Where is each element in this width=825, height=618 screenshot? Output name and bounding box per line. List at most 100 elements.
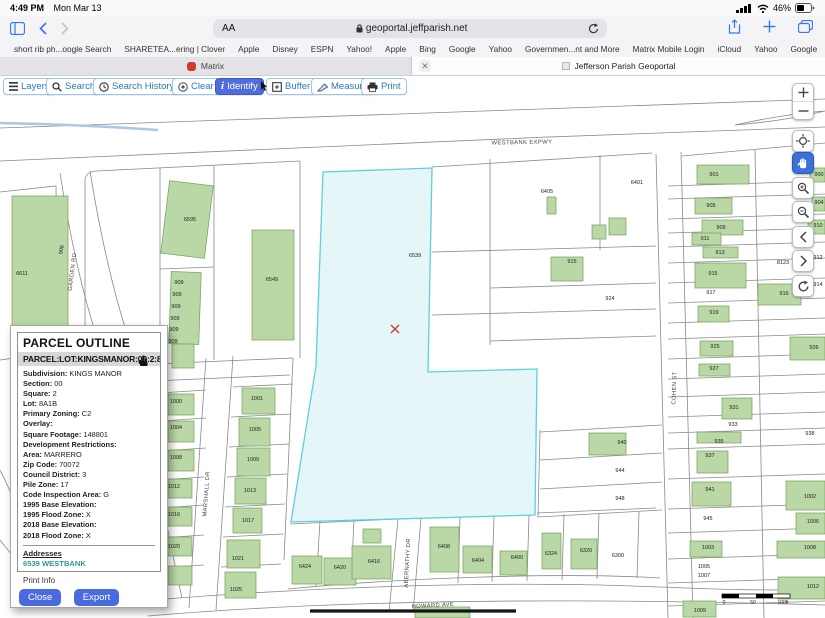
building (790, 337, 825, 360)
parcel-label: 938 (805, 431, 814, 437)
tab-geoportal[interactable]: ✕ Jefferson Parish Geoportal (412, 57, 825, 75)
share-icon[interactable] (728, 19, 741, 34)
parcel-line (432, 309, 656, 315)
bookmark-item[interactable]: Governmen...nt and More (525, 44, 620, 54)
forward-icon[interactable] (61, 22, 69, 35)
close-button[interactable]: Close (19, 589, 61, 606)
parcel-field-row: Lot: 8A1B (23, 399, 155, 409)
export-button[interactable]: Export (74, 589, 119, 606)
parcel-fields: Subdivision: KINGS MANORSection: 00Squar… (23, 369, 155, 541)
scale-bar-segment (756, 594, 773, 598)
address-bar[interactable]: AA geoportal.jeffparish.net (213, 19, 607, 38)
reader-button[interactable]: AA (222, 23, 235, 34)
zoom-out-box-button[interactable] (792, 201, 814, 223)
parcel-label: 901 (709, 172, 718, 178)
bookmark-item[interactable]: Apple (238, 44, 259, 54)
identify-button[interactable]: i Identify (215, 78, 264, 95)
bookmark-item[interactable]: ESPN (311, 44, 334, 54)
parcel-line (668, 298, 825, 303)
parcel-label: 944 (615, 468, 624, 474)
parcel-line (668, 318, 825, 323)
previous-extent-button[interactable] (792, 226, 814, 248)
parcel-label: 925 (710, 344, 719, 350)
parcel-label: 909 (174, 280, 183, 286)
parcel-label: 915 (567, 259, 576, 265)
clear-button[interactable]: Clear (172, 78, 220, 95)
address-link[interactable]: 6539 WESTBANK (23, 559, 155, 568)
parcel-line (668, 392, 825, 397)
parcel-label: 909 (170, 316, 179, 322)
bookmark-item[interactable]: Yahoo! (346, 44, 372, 54)
parcel-label: 1017 (242, 518, 254, 524)
sidebar-icon[interactable] (10, 22, 25, 35)
parcel-label: 940 (617, 440, 626, 446)
parcel-field-row: Development Restrictions: (23, 440, 155, 450)
bookmark-item[interactable]: SHARETEA...ering | Clover (124, 44, 225, 54)
bookmark-item[interactable]: iCloud (718, 44, 742, 54)
parcel-field-row: Pile Zone: 17 (23, 480, 155, 490)
parcel-label: 912 (813, 255, 822, 261)
building (172, 344, 194, 368)
zoom-control (792, 83, 814, 120)
parcel-label: 933 (728, 422, 737, 428)
building (363, 529, 381, 543)
search-history-button[interactable]: Search History (93, 78, 180, 95)
addresses-heading: Addresses (23, 549, 155, 558)
bookmark-item[interactable]: Apple (385, 44, 406, 54)
parcel-label: 909 (169, 327, 178, 333)
bookmark-item[interactable]: Google (449, 44, 476, 54)
close-tab-icon[interactable]: ✕ (419, 60, 431, 72)
bookmark-item[interactable]: short rib ph...oogle Search (14, 44, 111, 54)
bookmark-item[interactable]: Matrix Mobile Login (633, 44, 705, 54)
parcel-label: 6549 (266, 277, 278, 283)
lock-icon (356, 24, 363, 33)
building (292, 556, 322, 584)
parcel-line (0, 127, 825, 161)
parcel-label: 6405 (541, 189, 553, 195)
bookmark-item[interactable]: Yahoo (754, 44, 777, 54)
bookmark-item[interactable]: Bing (419, 44, 436, 54)
tabs-icon[interactable] (798, 20, 813, 33)
buffer-icon (272, 82, 282, 92)
bookmark-item[interactable]: Google (790, 44, 817, 54)
reload-icon[interactable] (588, 23, 599, 35)
parcel-line (160, 267, 214, 269)
print-info-link[interactable]: Print Info (23, 576, 167, 585)
locate-button[interactable] (792, 130, 814, 152)
selected-parcel[interactable] (291, 168, 537, 522)
clock-icon (99, 82, 109, 92)
tab-matrix[interactable]: Matrix (0, 57, 412, 75)
street-label: WESTBANK EXPWY (492, 139, 553, 146)
zoom-out-button[interactable] (793, 102, 813, 119)
parcel-line (225, 504, 285, 507)
parcel-label: 1003 (702, 545, 714, 551)
bookmark-item[interactable]: Disney (272, 44, 297, 54)
back-icon[interactable] (39, 22, 47, 35)
pan-button[interactable] (792, 152, 814, 174)
parcel-label: 1021 (232, 556, 244, 562)
parcel-label: 913 (715, 250, 724, 256)
building (697, 165, 749, 184)
parcel-line (540, 482, 662, 489)
parcel-label: 1008 (804, 545, 816, 551)
zoom-in-button[interactable] (793, 84, 813, 102)
parcel-popup: PARCEL OUTLINE PARCEL:LOT:KINGSMANOR:00:… (10, 325, 168, 608)
refresh-extent-button[interactable] (792, 275, 814, 297)
building (547, 197, 556, 214)
parcel-label: 6420 (334, 565, 346, 571)
building (777, 541, 825, 558)
scale-label: 50 (750, 600, 756, 606)
next-extent-button[interactable] (792, 250, 814, 272)
parcel-line (490, 336, 656, 341)
new-tab-icon[interactable] (763, 20, 776, 33)
parcel-label: 1016 (168, 512, 180, 518)
parcel-label: 905 (706, 203, 715, 209)
zoom-in-box-button[interactable] (792, 177, 814, 199)
parcel-id[interactable]: PARCEL:LOT:KINGSMANOR:00:2:8A (18, 352, 160, 366)
buffer-button[interactable]: Buffer (266, 78, 316, 95)
parcel-line (538, 430, 540, 517)
print-button[interactable]: Print (361, 78, 407, 95)
parcel-line (668, 444, 825, 449)
bookmark-item[interactable]: Yahoo (489, 44, 512, 54)
parcel-label: 941 (705, 487, 714, 493)
